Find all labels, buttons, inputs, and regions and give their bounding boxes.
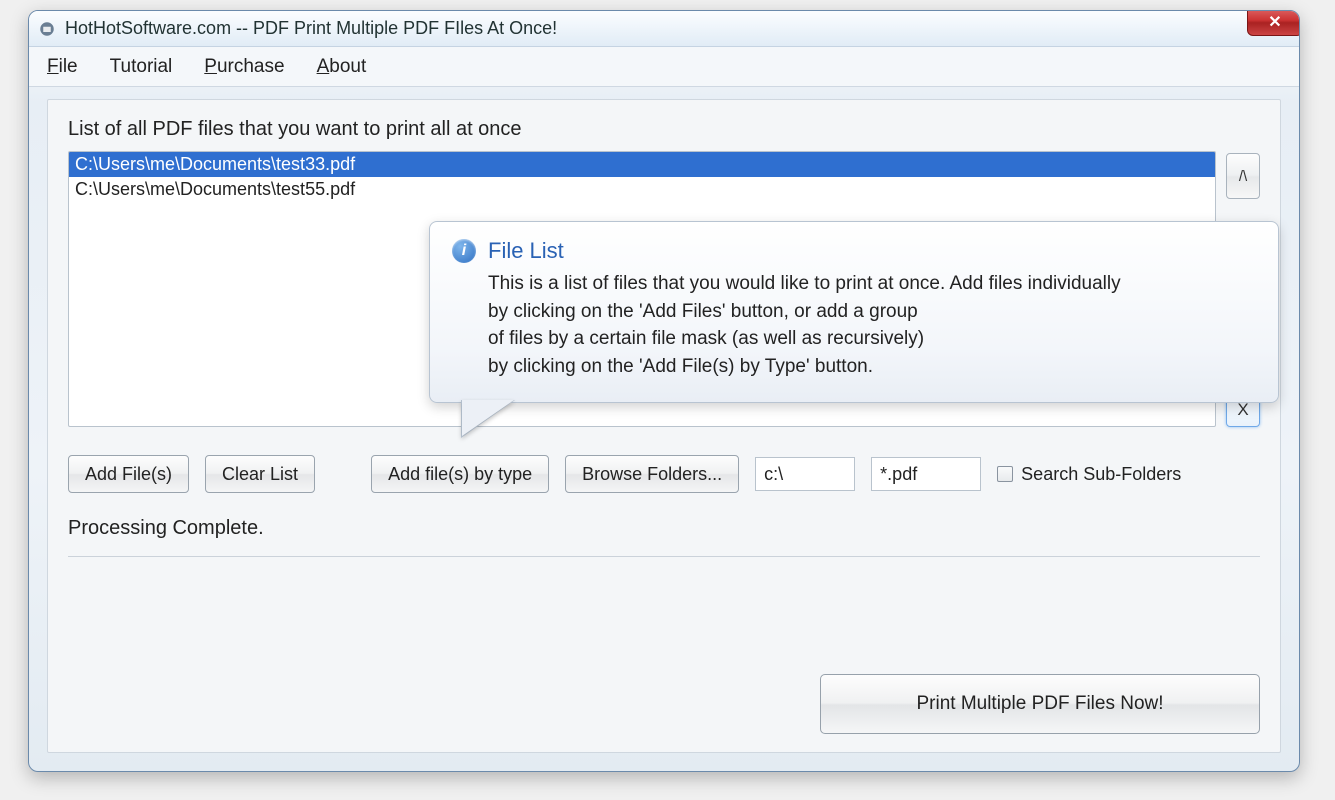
tooltip-title: File List [488, 238, 564, 264]
file-mask-input[interactable] [871, 457, 981, 491]
content-panel: List of all PDF files that you want to p… [47, 99, 1281, 753]
add-files-button[interactable]: Add File(s) [68, 455, 189, 493]
window-title: HotHotSoftware.com -- PDF Print Multiple… [65, 18, 557, 39]
list-item[interactable]: C:\Users\me\Documents\test55.pdf [69, 177, 1215, 202]
move-up-button[interactable]: /\ [1226, 153, 1260, 199]
list-item[interactable]: C:\Users\me\Documents\test33.pdf [69, 152, 1215, 177]
close-button[interactable]: ✕ [1247, 10, 1300, 36]
title-bar[interactable]: HotHotSoftware.com -- PDF Print Multiple… [29, 11, 1299, 47]
search-subfolders-checkbox[interactable]: Search Sub-Folders [997, 464, 1181, 485]
menu-bar: File Tutorial Purchase About [29, 47, 1299, 87]
folder-path-input[interactable] [755, 457, 855, 491]
tooltip-body: This is a list of files that you would l… [488, 270, 1256, 380]
info-icon: i [452, 239, 476, 263]
divider [68, 556, 1260, 557]
status-text: Processing Complete. [68, 517, 1260, 540]
menu-file[interactable]: File [47, 56, 78, 78]
tooltip-balloon: i File List This is a list of files that… [429, 221, 1279, 403]
menu-tutorial[interactable]: Tutorial [110, 56, 173, 78]
search-subfolders-label: Search Sub-Folders [1021, 464, 1181, 485]
browse-folders-button[interactable]: Browse Folders... [565, 455, 739, 493]
checkbox-icon [997, 466, 1013, 482]
menu-about[interactable]: About [317, 56, 367, 78]
menu-purchase[interactable]: Purchase [204, 56, 284, 78]
add-files-by-type-button[interactable]: Add file(s) by type [371, 455, 549, 493]
app-icon [37, 19, 57, 39]
close-icon: ✕ [1268, 12, 1281, 32]
clear-list-button[interactable]: Clear List [205, 455, 315, 493]
app-window: HotHotSoftware.com -- PDF Print Multiple… [28, 10, 1300, 772]
file-list-label: List of all PDF files that you want to p… [68, 118, 1260, 141]
print-now-button[interactable]: Print Multiple PDF Files Now! [820, 674, 1260, 734]
